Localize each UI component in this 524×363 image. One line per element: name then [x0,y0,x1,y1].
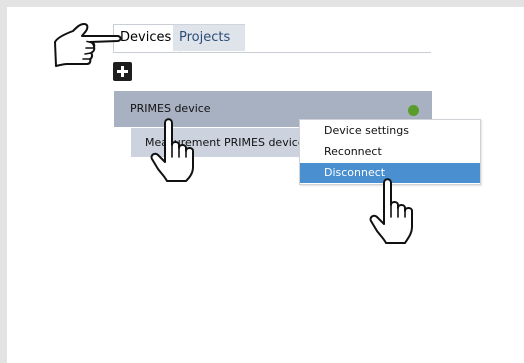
window-top-edge [0,0,524,7]
menu-item-device-settings[interactable]: Device settings [300,121,480,141]
pointing-hand-icon [54,23,122,67]
device-name: PRIMES device [130,102,211,115]
click-hand-icon [150,118,194,182]
status-dot-icon [408,105,419,116]
click-hand-icon [369,178,413,244]
tab-projects[interactable]: Projects [173,24,245,51]
window-left-edge [0,0,7,363]
tab-bar: Devices Projects [113,24,431,53]
menu-item-reconnect[interactable]: Reconnect [300,142,480,162]
